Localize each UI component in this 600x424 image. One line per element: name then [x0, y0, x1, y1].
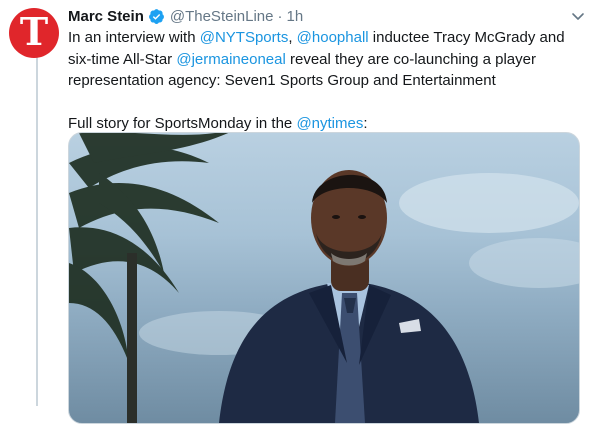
- mention-nytsports-link[interactable]: @NYTSports: [200, 29, 289, 46]
- tweet[interactable]: T Marc Stein @TheSteinLine · 1h In an in…: [0, 0, 600, 424]
- tweet-header: Marc Stein @TheSteinLine · 1h: [68, 6, 303, 26]
- photo-illustration: [69, 133, 579, 423]
- separator-dot: ·: [277, 7, 283, 25]
- avatar[interactable]: T: [9, 8, 59, 58]
- text-segment: In an interview with: [68, 29, 200, 46]
- verified-badge-icon: [148, 8, 165, 25]
- thread-line: [36, 56, 38, 406]
- text-segment: :: [363, 115, 368, 132]
- text-segment: Full story for SportsMonday in the: [68, 115, 297, 132]
- author-name[interactable]: Marc Stein: [68, 8, 144, 25]
- author-handle[interactable]: @TheSteinLine: [170, 8, 274, 25]
- mention-nytimes-link[interactable]: @nytimes: [296, 115, 363, 132]
- tweet-timestamp[interactable]: 1h: [286, 8, 303, 25]
- text-segment: ,: [288, 29, 297, 46]
- tweet-text: In an interview with @NYTSports, @hoopha…: [68, 27, 588, 135]
- nyt-logo-icon: T: [19, 9, 49, 54]
- tweet-photo[interactable]: [68, 132, 580, 424]
- mention-jermaineoneal-link[interactable]: @jermaineoneal: [176, 51, 285, 68]
- chevron-down-icon[interactable]: [570, 8, 586, 24]
- tweet-paragraph-1: In an interview with @NYTSports, @hoopha…: [68, 27, 588, 92]
- mention-hoophall-link[interactable]: @hoophall: [297, 29, 369, 46]
